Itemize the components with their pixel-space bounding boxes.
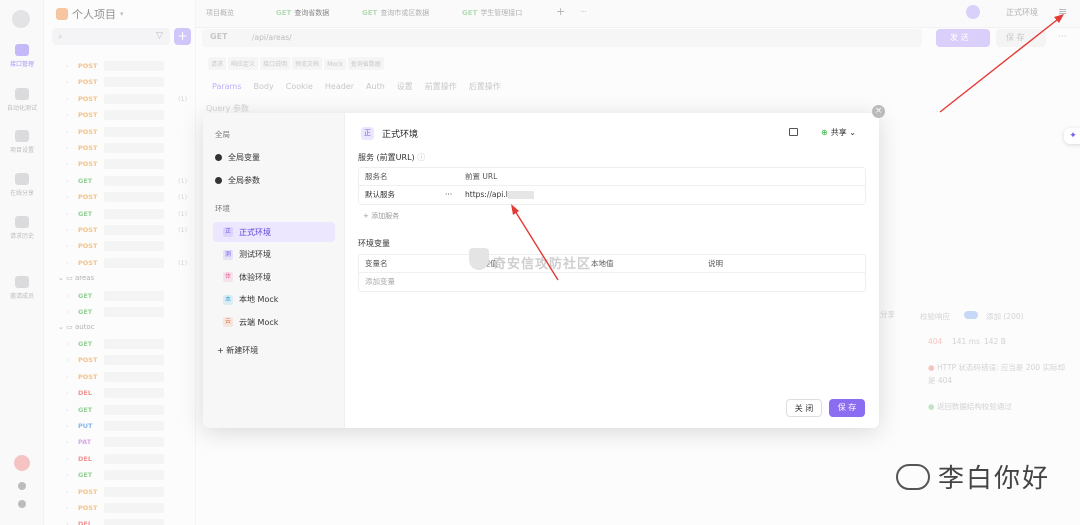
annotation-arrows xyxy=(511,14,1064,281)
arrowhead-url xyxy=(511,204,519,215)
arrow-to-url xyxy=(511,205,559,281)
arrow-to-menu xyxy=(939,15,1063,113)
